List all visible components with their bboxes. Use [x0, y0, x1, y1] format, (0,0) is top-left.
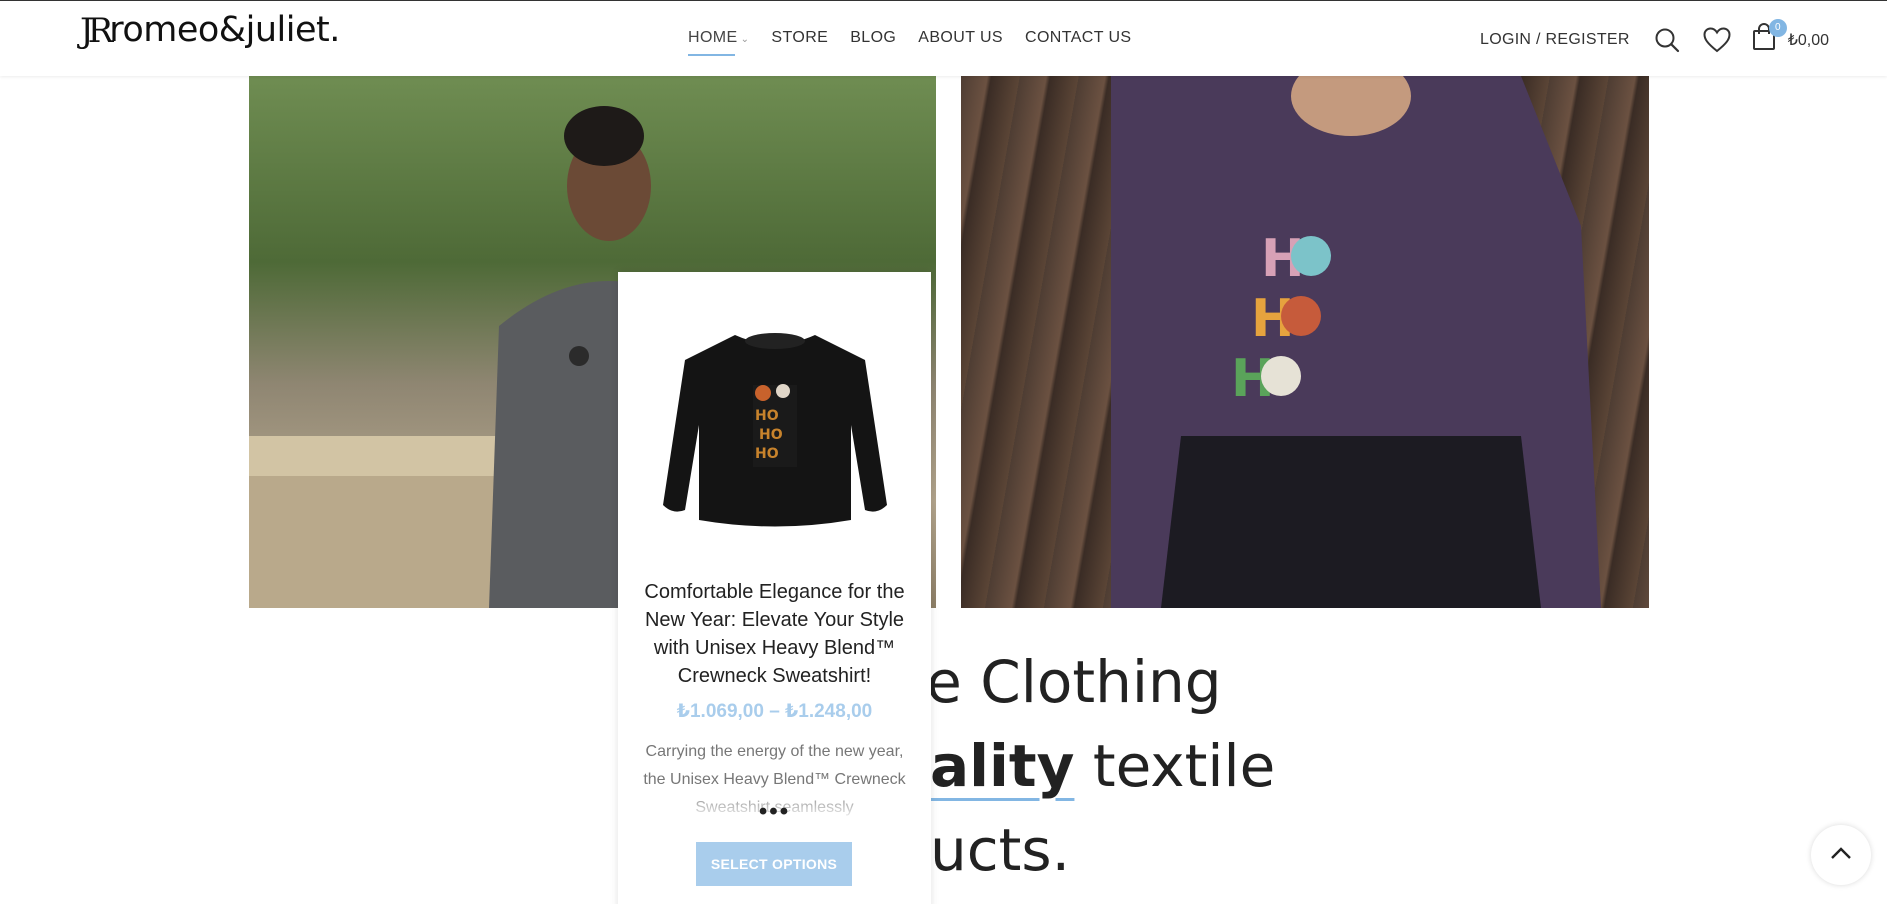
nav-item-home-label: HOME	[688, 29, 738, 46]
brand-logo[interactable]: JR romeo&juliet.	[80, 10, 340, 51]
cart-total: ₺0,00	[1787, 31, 1830, 49]
main-nav: HOME ⌄ STORE BLOG ABOUT US CONTACT US	[688, 29, 1154, 56]
lifestyle-photo-woman: H H H	[961, 76, 1649, 608]
more-icon[interactable]: •••	[634, 798, 915, 826]
heart-icon[interactable]	[1702, 25, 1732, 55]
nav-item-store[interactable]: STORE	[771, 29, 828, 47]
chevron-down-icon: ⌄	[740, 34, 750, 45]
nav-item-home[interactable]: HOME ⌄	[688, 29, 750, 56]
product-quick-view-card[interactable]: HO HO HO Comfortable Elegance for the Ne…	[618, 272, 931, 904]
headline-emphasis: ality	[930, 732, 1075, 800]
logo-text: romeo&juliet.	[109, 10, 340, 50]
logo-mark: JR	[80, 11, 113, 51]
scroll-to-top-button[interactable]	[1811, 825, 1871, 885]
headline-line-2-rest: textile	[1074, 732, 1276, 800]
chevron-up-icon	[1830, 846, 1852, 865]
product-image-sweatshirt[interactable]: HO HO HO	[638, 292, 911, 567]
search-icon[interactable]	[1652, 25, 1682, 55]
product-title[interactable]: Comfortable Elegance for the New Year: E…	[634, 578, 915, 690]
nav-item-about-us[interactable]: ABOUT US	[918, 29, 1003, 47]
nav-item-blog[interactable]: BLOG	[850, 29, 896, 47]
header-actions: LOGIN / REGISTER 0 ₺0,00	[1480, 19, 1830, 56]
site-header: JR romeo&juliet. HOME ⌄ STORE BLOG ABOUT …	[0, 0, 1887, 76]
nav-item-contact-us[interactable]: CONTACT US	[1025, 29, 1132, 47]
cart-count-badge: 0	[1768, 19, 1787, 37]
select-options-button[interactable]: SELECT OPTIONS	[696, 842, 852, 886]
svg-text:HO: HO	[755, 408, 779, 424]
svg-text:HO: HO	[755, 446, 779, 462]
login-register-link[interactable]: LOGIN / REGISTER	[1480, 31, 1630, 49]
cart-button[interactable]: 0 ₺0,00	[1752, 19, 1830, 56]
svg-text:HO: HO	[759, 427, 783, 443]
product-price-range: ₺1.069,00 – ₺1.248,00	[676, 701, 873, 722]
